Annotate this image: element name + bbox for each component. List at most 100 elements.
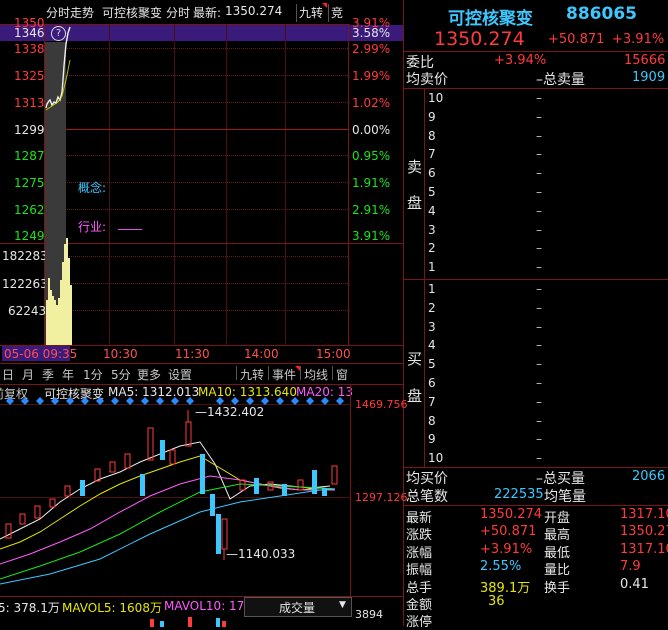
kline-chart[interactable]: 前复权 可控核聚变 MA5: 1312.013 MA10: 1313.640 M…: [0, 384, 408, 596]
vol-bar: [54, 300, 56, 345]
volume-indicator-select[interactable]: 成交量 ▼: [244, 597, 352, 617]
tab-jiuzhuan[interactable]: 九转: [240, 366, 264, 383]
sell-level[interactable]: 5: [428, 185, 436, 199]
sell-level[interactable]: 4: [428, 204, 436, 218]
tab-window[interactable]: 窗: [336, 366, 348, 383]
buy-price-dash: –: [536, 451, 542, 466]
tab-divider-4: [332, 366, 333, 380]
sell-total-value: 1909: [632, 70, 666, 85]
chevron-down-icon: ▼: [339, 600, 346, 610]
sell-level[interactable]: 10: [428, 91, 443, 105]
quote-change-pct: +3.91%: [612, 32, 665, 47]
time-label-1: 10:30: [103, 347, 138, 361]
time-label-3: 14:00: [244, 347, 279, 361]
stat-value: 36: [488, 594, 505, 609]
buy-total-value: 2066: [632, 469, 666, 484]
intraday-chart[interactable]: 1350 1346 1338 1325 1313 1299 1287 1275 …: [0, 0, 404, 626]
event-diamond: [216, 397, 224, 405]
tab-ma[interactable]: 均线: [304, 366, 328, 383]
sell-avg-label: 均卖价: [406, 72, 448, 88]
intraday-volume-bars: [46, 238, 72, 345]
candle: [49, 498, 56, 508]
tab-day[interactable]: 日: [2, 366, 14, 383]
buy-side-char-1: 买: [407, 350, 423, 368]
vol-bar: [68, 258, 70, 345]
stat-value: 1350.274: [480, 507, 543, 522]
quote-price: 1350.274: [434, 28, 525, 50]
candle: [239, 479, 246, 491]
sell-level[interactable]: 8: [428, 129, 436, 143]
stat-label-2: 最高: [544, 528, 571, 544]
event-diamond: [261, 397, 269, 405]
stat-value: +3.91%: [480, 541, 533, 557]
buy-level[interactable]: 8: [428, 414, 436, 428]
sell-level[interactable]: 7: [428, 147, 436, 161]
buy-level[interactable]: 9: [428, 432, 436, 446]
event-diamond: [81, 397, 89, 405]
tab-season[interactable]: 季: [42, 366, 54, 383]
stat-label: 涨幅: [406, 545, 433, 561]
time-label-4: 15:00: [316, 347, 351, 361]
total-trades-label: 总笔数: [406, 489, 448, 505]
quote-change: +50.871: [548, 32, 605, 47]
sell-price-dash: –: [536, 91, 542, 105]
tab-5min[interactable]: 5分: [111, 366, 131, 383]
event-diamond: [36, 397, 44, 405]
event-diamond: [126, 397, 134, 405]
event-diamond: [171, 397, 179, 405]
tab-settings[interactable]: 设置: [168, 366, 192, 383]
candle: [160, 440, 165, 460]
event-diamond: [6, 397, 14, 405]
kline-right-mid: 1297.126: [355, 491, 408, 504]
quote-title: 可控核聚变: [448, 9, 533, 29]
buy-level[interactable]: 2: [428, 301, 436, 315]
buy-level[interactable]: 1: [428, 282, 436, 296]
sell-price-dash: –: [536, 147, 542, 162]
sell-price-dash: –: [536, 109, 542, 124]
sell-level[interactable]: 2: [428, 241, 436, 255]
stat-label-2: 换手: [544, 580, 571, 596]
stat-label: 涨停: [406, 615, 433, 630]
tab-month[interactable]: 月: [22, 366, 34, 383]
avg-trade-label: 均笔量: [544, 489, 586, 505]
event-diamond: [66, 397, 74, 405]
sell-level[interactable]: 3: [428, 223, 436, 237]
candle: [140, 474, 145, 496]
buy-price-dash: –: [536, 300, 542, 315]
vol-ma5: 5: 378.1万: [0, 601, 60, 615]
event-diamond: [186, 397, 194, 405]
candle: [322, 488, 327, 496]
event-diamond: [21, 397, 29, 405]
stat-value: 389.1万: [480, 580, 531, 596]
candle: [331, 465, 338, 485]
tab-divider-2: [268, 366, 269, 380]
sell-price-dash: –: [536, 166, 542, 181]
sell-level[interactable]: 1: [428, 260, 436, 274]
tab-1min[interactable]: 1分: [83, 366, 103, 383]
vol-bar: [50, 290, 52, 345]
candle: [221, 518, 228, 550]
event-diamond: [246, 397, 254, 405]
weibi-right: 15666: [624, 53, 666, 68]
buy-level[interactable]: 10: [428, 451, 443, 465]
buy-level[interactable]: 7: [428, 395, 436, 409]
vol-bar: [70, 285, 72, 345]
vol-bar: [52, 296, 54, 345]
buy-level[interactable]: 4: [428, 338, 436, 352]
sell-level[interactable]: 6: [428, 166, 436, 180]
sell-level[interactable]: 9: [428, 110, 436, 124]
stat-value-2: 1317.10: [620, 507, 668, 522]
stat-label: 涨跌: [406, 528, 433, 544]
vol-bar: [62, 262, 64, 345]
kline-tab-bar: 日 月 季 年 1分 5分 更多 设置 九转 事件 均线 窗: [0, 363, 403, 385]
event-diamond: [156, 397, 164, 405]
tab-more[interactable]: 更多: [137, 366, 161, 383]
buy-level[interactable]: 5: [428, 357, 436, 371]
tab-events[interactable]: 事件: [272, 366, 296, 383]
tab-year[interactable]: 年: [62, 366, 74, 383]
low-price-label: —1140.033: [226, 547, 296, 561]
buy-level[interactable]: 3: [428, 320, 436, 334]
buy-level[interactable]: 6: [428, 376, 436, 390]
volume-panel-header: 5: 378.1万 MAVOL5: 1608万 MAVOL10: 170 成交量…: [0, 596, 403, 627]
buy-price-dash: –: [536, 413, 542, 428]
